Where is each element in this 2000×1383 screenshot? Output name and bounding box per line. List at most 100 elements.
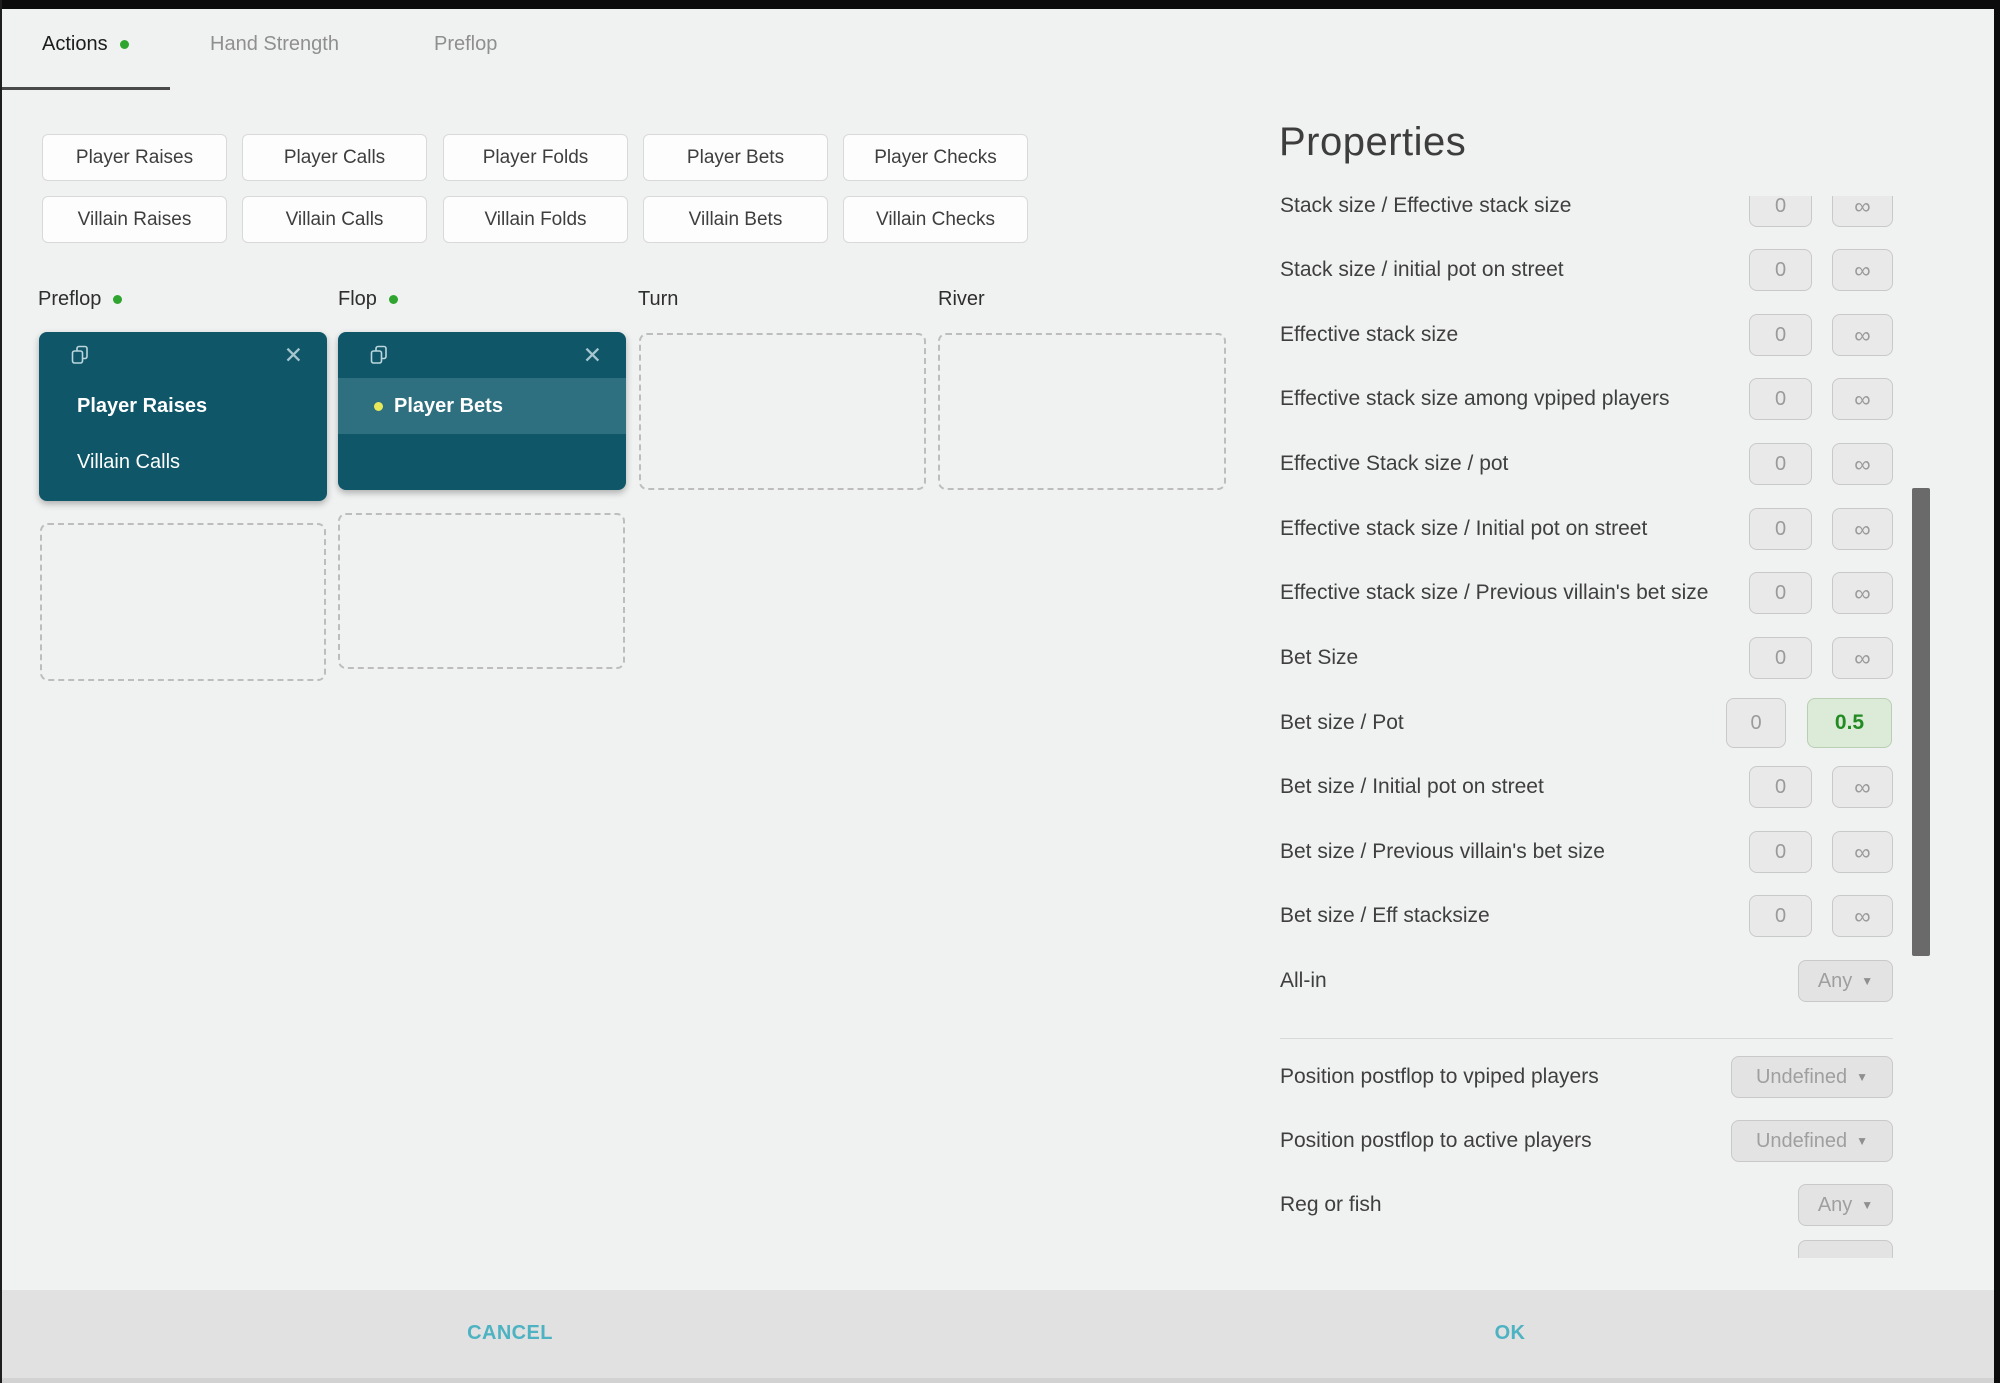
properties-divider xyxy=(1280,1038,1893,1039)
max-value: ∞ xyxy=(1854,385,1871,412)
flop-empty-slot[interactable] xyxy=(338,513,625,669)
prop-label: Position postflop to vpiped players xyxy=(1280,1065,1599,1088)
clipped-dropdown[interactable] xyxy=(1798,1240,1893,1258)
preflop-action-card[interactable]: ✕ Player Raises Villain Calls xyxy=(39,332,327,501)
copy-icon[interactable] xyxy=(69,344,91,366)
flop-action-card[interactable]: ✕ Player Bets xyxy=(338,332,626,490)
prop-label: Position postflop to active players xyxy=(1280,1129,1592,1152)
villain-folds-button[interactable]: Villain Folds xyxy=(443,196,628,243)
tab-actions[interactable]: Actions xyxy=(42,33,129,56)
villain-calls-label: Villain Calls xyxy=(285,208,384,230)
min-value: 0 xyxy=(1774,258,1787,281)
prop-label: Effective stack size xyxy=(1280,323,1459,346)
turn-empty-slot[interactable] xyxy=(639,333,926,490)
max-value-button[interactable]: ∞ xyxy=(1832,196,1893,227)
prop-row-eff-stack-pot: Effective Stack size / pot 0 ∞ xyxy=(1275,443,1920,485)
min-value-button[interactable]: 0 xyxy=(1749,443,1812,485)
properties-scrollbar-thumb[interactable] xyxy=(1912,488,1930,956)
close-icon[interactable]: ✕ xyxy=(284,343,303,367)
max-value-button[interactable]: ∞ xyxy=(1832,572,1893,614)
river-empty-slot[interactable] xyxy=(938,333,1226,490)
tab-hand-strength[interactable]: Hand Strength xyxy=(210,33,339,56)
max-value-button[interactable]: ∞ xyxy=(1832,443,1893,485)
min-value-button[interactable]: 0 xyxy=(1749,637,1812,679)
player-bets-button[interactable]: Player Bets xyxy=(643,134,828,181)
min-value-button[interactable]: 0 xyxy=(1749,378,1812,420)
dropdown-value: Any xyxy=(1817,1193,1853,1216)
card-action-player-bets[interactable]: Player Bets xyxy=(338,378,626,434)
prop-row-bet-villain-bet: Bet size / Previous villain's bet size 0… xyxy=(1275,831,1920,873)
prop-row-bet-eff-stack: Bet size / Eff stacksize 0 ∞ xyxy=(1275,895,1920,937)
min-value-button[interactable]: 0 xyxy=(1749,508,1812,550)
max-value-button[interactable]: ∞ xyxy=(1832,895,1893,937)
villain-folds-label: Villain Folds xyxy=(484,208,587,230)
ok-button[interactable]: OK xyxy=(1495,1322,1526,1345)
min-value-button[interactable]: 0 xyxy=(1749,249,1812,291)
prop-label: Bet size / Pot xyxy=(1280,711,1404,734)
card-action-villain-calls[interactable]: Villain Calls xyxy=(39,434,327,490)
tab-actions-label: Actions xyxy=(42,33,108,55)
player-raises-button[interactable]: Player Raises xyxy=(42,134,227,181)
min-value-button[interactable]: 0 xyxy=(1749,831,1812,873)
villain-calls-button[interactable]: Villain Calls xyxy=(242,196,427,243)
max-value: ∞ xyxy=(1854,515,1871,542)
prop-label: Effective stack size / Initial pot on st… xyxy=(1280,517,1648,540)
close-icon[interactable]: ✕ xyxy=(583,343,602,367)
window-left-edge xyxy=(0,0,2,1383)
all-in-dropdown[interactable]: Any ▼ xyxy=(1798,960,1893,1002)
max-value-button[interactable]: ∞ xyxy=(1832,766,1893,808)
cancel-button[interactable]: CANCEL xyxy=(467,1322,553,1345)
river-label-text: River xyxy=(938,288,985,310)
max-value: ∞ xyxy=(1854,321,1871,348)
prop-row-eff-stack-initpot: Effective stack size / Initial pot on st… xyxy=(1275,508,1920,550)
min-value: 0 xyxy=(1750,711,1762,734)
min-value-button[interactable]: 0 xyxy=(1749,766,1812,808)
player-checks-button[interactable]: Player Checks xyxy=(843,134,1028,181)
max-value: ∞ xyxy=(1854,773,1871,800)
preflop-empty-slot[interactable] xyxy=(40,523,326,681)
properties-scroll-area[interactable]: Stack size / Effective stack size 0 ∞ St… xyxy=(1275,196,1920,1258)
player-folds-button[interactable]: Player Folds xyxy=(443,134,628,181)
prop-row-position-vpiped: Position postflop to vpiped players Unde… xyxy=(1275,1056,1920,1098)
prop-label: Bet size / Initial pot on street xyxy=(1280,775,1544,798)
card-action-player-raises[interactable]: Player Raises xyxy=(39,378,327,434)
turn-label-text: Turn xyxy=(638,288,679,310)
max-value-button[interactable]: ∞ xyxy=(1832,831,1893,873)
max-value: ∞ xyxy=(1854,902,1871,929)
max-value-button-selected[interactable]: 0.5 xyxy=(1807,698,1892,748)
tab-preflop-label: Preflop xyxy=(434,33,498,55)
prop-row-all-in: All-in Any ▼ xyxy=(1275,960,1920,1002)
prop-label: Effective stack size among vpiped player… xyxy=(1280,387,1670,410)
max-value-button[interactable]: ∞ xyxy=(1832,249,1893,291)
villain-bets-button[interactable]: Villain Bets xyxy=(643,196,828,243)
player-checks-label: Player Checks xyxy=(874,146,997,168)
max-value: ∞ xyxy=(1854,579,1871,606)
street-label-turn: Turn xyxy=(638,288,678,311)
prop-label: Bet size / Eff stacksize xyxy=(1280,904,1490,927)
max-value-button[interactable]: ∞ xyxy=(1832,378,1893,420)
min-value: 0 xyxy=(1774,196,1787,217)
tab-hand-strength-label: Hand Strength xyxy=(210,33,339,55)
max-value-button[interactable]: ∞ xyxy=(1832,314,1893,356)
tab-preflop[interactable]: Preflop xyxy=(434,33,497,56)
prop-label: All-in xyxy=(1280,969,1327,992)
max-value: ∞ xyxy=(1854,644,1871,671)
villain-checks-button[interactable]: Villain Checks xyxy=(843,196,1028,243)
villain-raises-button[interactable]: Villain Raises xyxy=(42,196,227,243)
prop-label: Effective Stack size / pot xyxy=(1280,452,1509,475)
max-value-button[interactable]: ∞ xyxy=(1832,637,1893,679)
copy-icon[interactable] xyxy=(368,344,390,366)
position-active-dropdown[interactable]: Undefined ▼ xyxy=(1731,1120,1893,1162)
min-value-button[interactable]: 0 xyxy=(1749,895,1812,937)
min-value-button[interactable]: 0 xyxy=(1749,572,1812,614)
max-value: ∞ xyxy=(1854,196,1871,219)
min-value-button[interactable]: 0 xyxy=(1749,314,1812,356)
min-value-button[interactable]: 0 xyxy=(1726,698,1786,748)
prop-label: Reg or fish xyxy=(1280,1193,1382,1216)
prop-row-bet-size-pot: Bet size / Pot 0 0.5 xyxy=(1275,698,1920,748)
player-calls-button[interactable]: Player Calls xyxy=(242,134,427,181)
min-value-button[interactable]: 0 xyxy=(1749,196,1812,227)
reg-or-fish-dropdown[interactable]: Any ▼ xyxy=(1798,1184,1893,1226)
max-value-button[interactable]: ∞ xyxy=(1832,508,1893,550)
position-vpiped-dropdown[interactable]: Undefined ▼ xyxy=(1731,1056,1893,1098)
